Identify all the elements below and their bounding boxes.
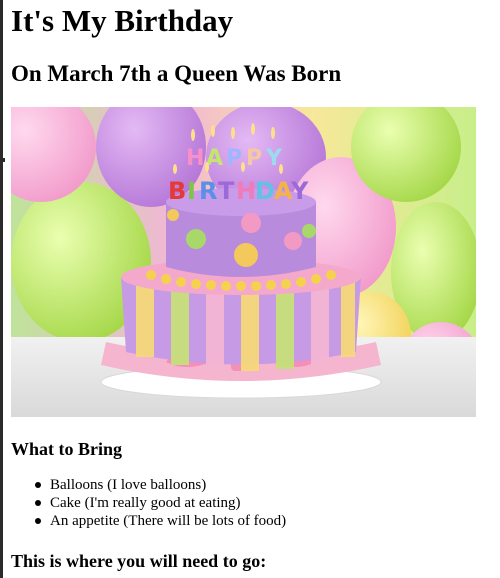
list-item-text: Cake (I'm really good at eating) [50, 495, 241, 511]
bring-list: Balloons (I love balloons) Cake (I'm rea… [11, 476, 286, 530]
list-item: An appetite (There will be lots of food) [11, 512, 286, 530]
left-edge-rule [0, 0, 3, 578]
bullet-icon [35, 482, 41, 488]
birthday-cake-image: H A P P Y B I R T H D A Y [11, 107, 476, 417]
list-item-text: Balloons (I love balloons) [50, 477, 207, 493]
left-edge-notch [0, 158, 5, 162]
what-to-bring-heading: What to Bring [11, 439, 123, 459]
svg-text:P: P [226, 146, 242, 171]
bullet-icon [35, 500, 41, 506]
page-subtitle: On March 7th a Queen Was Born [11, 61, 342, 86]
bullet-icon [35, 518, 41, 524]
svg-text:R: R [199, 177, 217, 205]
svg-text:I: I [187, 177, 196, 205]
list-item-text: An appetite (There will be lots of food) [50, 513, 287, 529]
page-title: It's My Birthday [11, 3, 234, 38]
svg-text:B: B [168, 177, 186, 205]
list-item: Cake (I'm really good at eating) [11, 494, 286, 512]
svg-text:H: H [186, 146, 204, 171]
directions-heading: This is where you will need to go: [11, 551, 267, 571]
svg-text:D: D [255, 177, 275, 205]
list-item: Balloons (I love balloons) [11, 476, 286, 494]
svg-text:Y: Y [290, 177, 309, 205]
svg-text:P: P [246, 146, 262, 171]
svg-text:H: H [236, 177, 256, 205]
svg-text:T: T [218, 177, 235, 205]
